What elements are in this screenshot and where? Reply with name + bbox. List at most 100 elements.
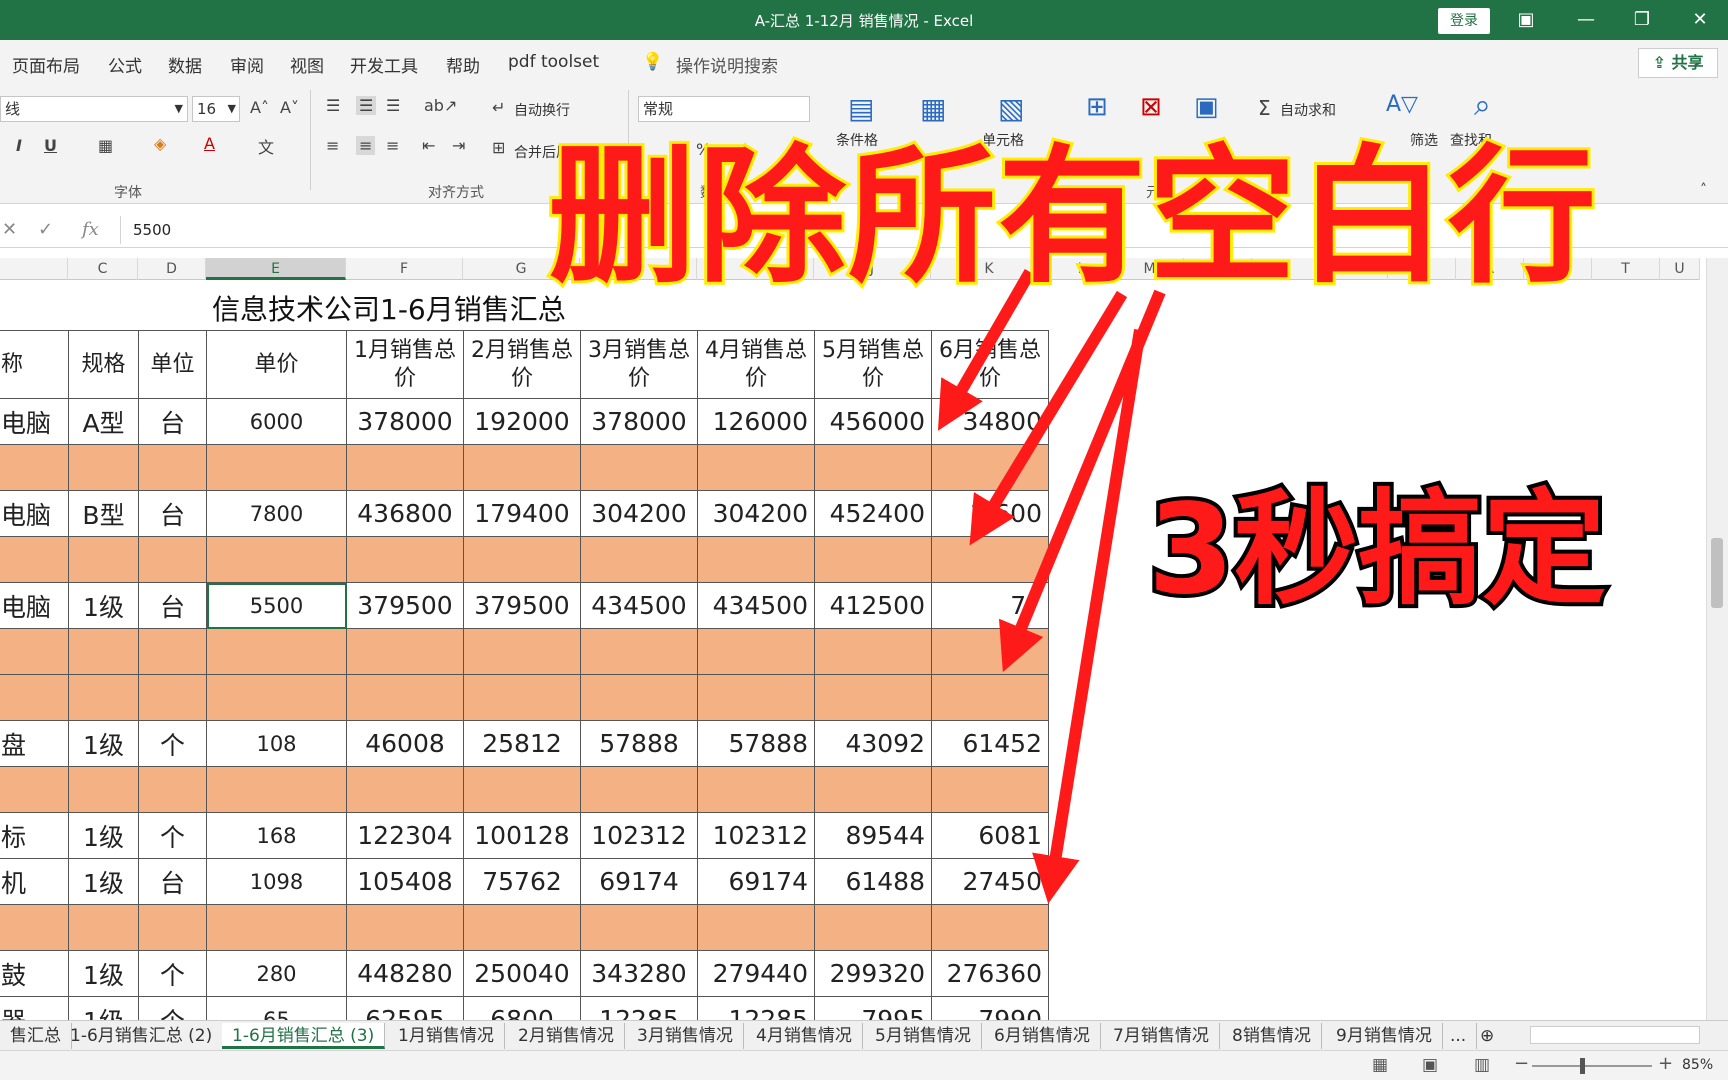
sheet-tab[interactable]: 8销售情况 xyxy=(1222,1023,1322,1049)
price-cell[interactable]: 108 xyxy=(206,720,347,767)
spec-cell[interactable]: B型 xyxy=(68,490,139,537)
month-total-cell[interactable]: 27450 xyxy=(931,858,1049,905)
column-header[interactable]: F xyxy=(346,258,463,280)
month-total-cell[interactable]: 25812 xyxy=(463,720,581,767)
align-middle-icon[interactable]: ☰ xyxy=(356,96,377,115)
month-total-cell[interactable]: 412500 xyxy=(814,582,932,629)
blank-cell[interactable] xyxy=(0,904,69,951)
blank-cell[interactable] xyxy=(931,674,1049,721)
month-total-cell[interactable]: 7995 xyxy=(814,996,932,1020)
month-total-cell[interactable]: 89544 xyxy=(814,812,932,859)
spec-cell[interactable]: 1级 xyxy=(68,996,139,1020)
month-total-cell[interactable]: 102312 xyxy=(697,812,815,859)
blank-cell[interactable] xyxy=(0,628,69,675)
blank-cell[interactable] xyxy=(0,536,69,583)
month-total-cell[interactable]: 378000 xyxy=(346,398,464,445)
align-bottom-icon[interactable]: ☰ xyxy=(386,96,400,115)
page-layout-icon[interactable]: ▣ xyxy=(1422,1055,1438,1075)
share-button[interactable]: ⇪ 共享 xyxy=(1638,48,1718,78)
blank-cell[interactable] xyxy=(68,904,139,951)
price-cell[interactable]: 65 xyxy=(206,996,347,1020)
month-total-cell[interactable]: 279440 xyxy=(697,950,815,997)
blank-row[interactable] xyxy=(0,444,1049,491)
month-total-cell[interactable]: 100128 xyxy=(463,812,581,859)
worksheet-grid[interactable]: 信息技术公司1-6月销售汇总 称规格 单位 单价 1月销售总价 2月销售总价 3月销售总价… xyxy=(0,280,1700,1020)
month-total-cell[interactable]: 105408 xyxy=(346,858,464,905)
blank-cell[interactable] xyxy=(138,536,207,583)
align-right-icon[interactable]: ≡ xyxy=(386,136,399,155)
blank-cell[interactable] xyxy=(138,444,207,491)
blank-cell[interactable] xyxy=(697,766,815,813)
borders-icon[interactable]: ▦ xyxy=(98,136,113,155)
month-total-cell[interactable]: 69174 xyxy=(580,858,698,905)
month-total-cell[interactable]: 2 600 xyxy=(931,490,1049,537)
month-total-cell[interactable]: 12285 xyxy=(580,996,698,1020)
month-total-cell[interactable]: 379500 xyxy=(346,582,464,629)
blank-cell[interactable] xyxy=(0,674,69,721)
column-header[interactable]: D xyxy=(138,258,206,280)
month-total-cell[interactable]: 434500 xyxy=(580,582,698,629)
blank-cell[interactable] xyxy=(68,444,139,491)
blank-cell[interactable] xyxy=(346,674,464,721)
name-cell[interactable]: 器 xyxy=(0,996,69,1020)
blank-cell[interactable] xyxy=(138,904,207,951)
name-cell[interactable]: 盘 xyxy=(0,720,69,767)
blank-cell[interactable] xyxy=(206,444,347,491)
spec-cell[interactable]: 1级 xyxy=(68,720,139,767)
blank-cell[interactable] xyxy=(931,904,1049,951)
menu-help[interactable]: 帮助 xyxy=(446,52,480,77)
month-total-cell[interactable]: 102312 xyxy=(580,812,698,859)
month-total-cell[interactable]: 456000 xyxy=(814,398,932,445)
menu-data[interactable]: 数据 xyxy=(168,52,202,77)
month-total-cell[interactable]: 7990 xyxy=(931,996,1049,1020)
header-cell[interactable]: 1月销售总价 xyxy=(346,330,464,399)
month-total-cell[interactable]: 250040 xyxy=(463,950,581,997)
blank-row[interactable] xyxy=(0,766,1049,813)
menu-pdf-toolset[interactable]: pdf toolset xyxy=(508,52,599,72)
blank-cell[interactable] xyxy=(206,904,347,951)
blank-cell[interactable] xyxy=(138,766,207,813)
sheet-tab[interactable]: 1-6月销售汇总 (2) xyxy=(60,1023,224,1049)
scrollbar-thumb[interactable] xyxy=(1711,538,1723,608)
month-total-cell[interactable]: 6081 xyxy=(931,812,1049,859)
spec-cell[interactable]: 1级 xyxy=(68,582,139,629)
vertical-scrollbar[interactable] xyxy=(1706,258,1728,1020)
blank-cell[interactable] xyxy=(931,536,1049,583)
blank-cell[interactable] xyxy=(206,536,347,583)
header-cell[interactable]: 规格 xyxy=(68,330,139,399)
price-cell[interactable]: 1098 xyxy=(206,858,347,905)
horizontal-scrollbar[interactable] xyxy=(1530,1026,1700,1044)
sheet-tab[interactable]: 2月销售情况 xyxy=(508,1023,625,1049)
blank-cell[interactable] xyxy=(138,674,207,721)
blank-cell[interactable] xyxy=(814,444,932,491)
fill-color-icon[interactable]: ◈ xyxy=(154,134,166,153)
price-cell[interactable]: 7800 xyxy=(206,490,347,537)
column-header[interactable]: E xyxy=(206,258,346,280)
header-cell[interactable]: 3月销售总价 xyxy=(580,330,698,399)
month-total-cell[interactable]: 62595 xyxy=(346,996,464,1020)
align-left-icon[interactable]: ≡ xyxy=(326,136,339,155)
sheet-tab[interactable]: 3月销售情况 xyxy=(627,1023,744,1049)
price-cell[interactable]: 168 xyxy=(206,812,347,859)
blank-cell[interactable] xyxy=(580,628,698,675)
month-total-cell[interactable]: 75762 xyxy=(463,858,581,905)
login-button[interactable]: 登录 xyxy=(1438,8,1490,34)
orientation-icon[interactable]: ab↗ xyxy=(424,96,457,115)
blank-cell[interactable] xyxy=(463,904,581,951)
font-color-icon[interactable]: A xyxy=(204,134,215,153)
blank-cell[interactable] xyxy=(346,536,464,583)
blank-row[interactable] xyxy=(0,674,1049,721)
blank-cell[interactable] xyxy=(0,444,69,491)
header-cell[interactable]: 2月销售总价 xyxy=(463,330,581,399)
restore-icon[interactable]: ❐ xyxy=(1622,6,1662,34)
blank-cell[interactable] xyxy=(68,674,139,721)
blank-row[interactable] xyxy=(0,536,1049,583)
column-header[interactable]: U xyxy=(1660,258,1700,280)
blank-cell[interactable] xyxy=(346,766,464,813)
unit-cell[interactable]: 台 xyxy=(138,858,207,905)
spec-cell[interactable]: 1级 xyxy=(68,858,139,905)
unit-cell[interactable]: 个 xyxy=(138,996,207,1020)
blank-cell[interactable] xyxy=(0,766,69,813)
name-cell[interactable]: 电脑 xyxy=(0,582,69,629)
name-cell[interactable]: 鼓 xyxy=(0,950,69,997)
